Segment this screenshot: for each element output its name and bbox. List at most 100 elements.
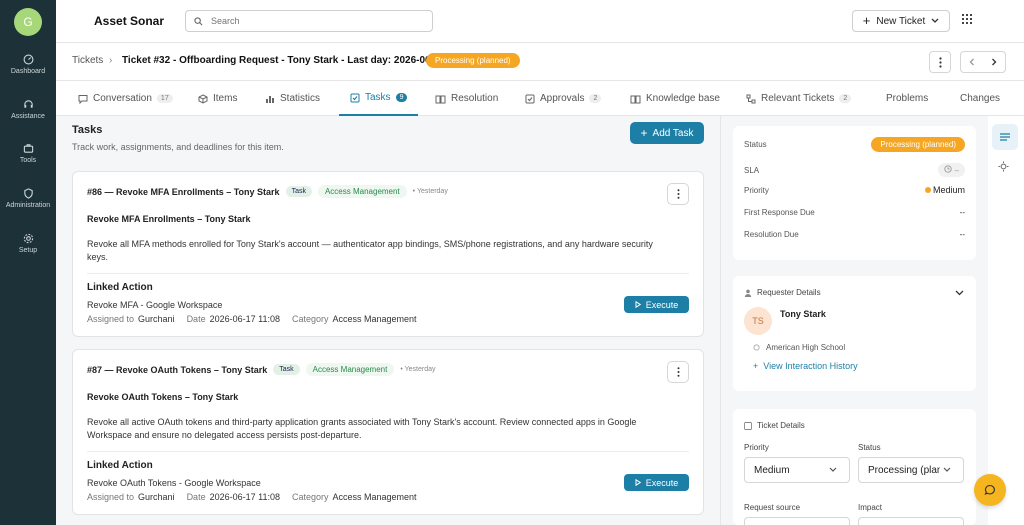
chat-button[interactable]: [974, 474, 1006, 506]
tab-bar: Conversation 17 Items Statistics Tasks 9…: [56, 81, 1024, 116]
task-more-button[interactable]: [667, 361, 689, 383]
task-card: #86 — Revoke MFA Enrollments – Tony Star…: [72, 171, 704, 337]
priority-label: Priority: [744, 185, 769, 195]
task-timestamp-text: Yesterday: [404, 366, 436, 373]
priority-dot: [924, 187, 931, 193]
sidebar-item-label: Setup: [18, 247, 38, 254]
sidebar-item-dashboard[interactable]: Dashboard: [0, 54, 56, 75]
requester-title: Requester Details: [757, 288, 821, 297]
page-title: Ticket #32 - Offboarding Request - Tony …: [122, 55, 446, 66]
sidebar-item-label: Dashboard: [10, 68, 46, 75]
requester-name[interactable]: Tony Stark: [780, 309, 826, 319]
search-input[interactable]: [211, 16, 411, 26]
task-description: Revoke all active OAuth tokens and third…: [87, 417, 637, 440]
status-select[interactable]: Processing (planned): [858, 457, 964, 483]
status-badge: Processing (planned): [871, 137, 965, 152]
next-ticket-button[interactable]: [983, 58, 1005, 66]
date-label: Date: [186, 492, 206, 502]
chevron-down-icon: [943, 467, 951, 472]
breadcrumb: Tickets › Ticket #32 - Offboarding Reque…: [56, 43, 1024, 81]
plus-icon: +: [862, 13, 871, 28]
priority-select[interactable]: Medium: [744, 457, 850, 483]
task-description: Revoke all MFA methods enrolled for Tony…: [87, 239, 653, 262]
insights-button[interactable]: [998, 161, 1009, 175]
first-response-row: First Response Due --: [744, 208, 965, 217]
view-interaction-history-text: View Interaction History: [763, 361, 858, 371]
hierarchy-icon: [746, 94, 756, 103]
view-interaction-history-link[interactable]: + View Interaction History: [753, 361, 858, 371]
sidebar-item-tools[interactable]: Tools: [0, 143, 56, 164]
apps-grid-button[interactable]: [962, 14, 972, 27]
ticket-more-button[interactable]: [929, 51, 951, 73]
impact-label: Impact: [858, 503, 883, 512]
status-label: Status: [744, 140, 767, 149]
resolution-row: Resolution Due --: [744, 230, 965, 239]
tab-approvals[interactable]: Approvals 2: [525, 81, 602, 116]
task-timestamp-text: Yesterday: [416, 188, 448, 195]
add-task-button[interactable]: + Add Task: [630, 122, 704, 144]
tab-count: 9: [395, 93, 408, 102]
tab-items[interactable]: Items: [198, 81, 237, 116]
tab-statistics[interactable]: Statistics: [265, 81, 320, 116]
request-source-select[interactable]: [744, 517, 850, 525]
sidebar-item-setup[interactable]: Setup: [0, 233, 56, 254]
task-card-title[interactable]: #87 — Revoke OAuth Tokens – Tony Stark: [87, 365, 267, 375]
sidebar-item-label: Tools: [19, 157, 37, 164]
tab-conversation[interactable]: Conversation 17: [78, 81, 173, 116]
tab-label: Statistics: [280, 93, 321, 104]
execute-button[interactable]: Execute: [624, 296, 689, 313]
task-type-badge: Task: [285, 186, 312, 197]
tab-label: Tasks: [365, 92, 391, 103]
ticket-details-title: Ticket Details: [757, 421, 805, 430]
search-box[interactable]: [185, 10, 433, 32]
priority-value: Medium: [924, 185, 965, 195]
task-more-button[interactable]: [667, 183, 689, 205]
list-icon: [1000, 133, 1010, 141]
search-icon: [194, 16, 203, 25]
sidebar-item-label: Assistance: [11, 113, 45, 120]
impact-select[interactable]: [858, 517, 964, 525]
tab-problems[interactable]: Problems: [886, 81, 928, 116]
resolution-label: Resolution Due: [744, 230, 799, 239]
new-ticket-button[interactable]: + New Ticket: [852, 10, 950, 32]
sidebar-item-assistance[interactable]: Assistance: [0, 99, 56, 120]
shield-icon: [23, 188, 33, 199]
assigned-value: Gurchani: [138, 492, 175, 502]
requester-school-text: American High School: [766, 343, 846, 352]
tab-changes[interactable]: Changes: [960, 81, 1000, 116]
ticket-side-panel: Status Processing (planned) SLA – Priori…: [720, 116, 988, 525]
tab-count: 17: [156, 94, 173, 103]
status-field-label: Status: [858, 443, 881, 452]
user-avatar[interactable]: G: [14, 8, 42, 36]
ticket-details-header: Ticket Details: [744, 421, 805, 430]
section-title: Tasks: [72, 124, 103, 136]
tab-count: 2: [839, 94, 852, 103]
task-card-title[interactable]: #86 — Revoke MFA Enrollments – Tony Star…: [87, 187, 280, 197]
tab-tasks[interactable]: Tasks 9: [339, 81, 419, 116]
breadcrumb-tickets-link[interactable]: Tickets: [72, 55, 103, 66]
assigned-label: Assigned to: [87, 492, 135, 502]
task-subtitle: Revoke MFA Enrollments – Tony Stark: [87, 214, 251, 224]
tab-resolution[interactable]: Resolution: [435, 81, 498, 116]
task-meta: Assigned to Gurchani Date 2026-06-17 11:…: [87, 492, 425, 502]
assigned-label: Assigned to: [87, 314, 135, 324]
previous-ticket-button[interactable]: [961, 58, 983, 66]
sidebar-item-administration[interactable]: Administration: [0, 188, 56, 209]
details-toggle-button[interactable]: [992, 124, 1018, 150]
chevron-down-icon[interactable]: [955, 290, 964, 296]
task-subtitle: Revoke OAuth Tokens – Tony Stark: [87, 392, 239, 402]
utility-strip: [988, 116, 1024, 525]
grid-icon: [962, 14, 972, 24]
status-card: Status Processing (planned) SLA – Priori…: [733, 126, 976, 260]
task-card: #87 — Revoke OAuth Tokens – Tony Stark T…: [72, 349, 704, 515]
chat-bubble-icon: [78, 94, 88, 104]
date-value: 2026-06-17 11:08: [209, 492, 280, 502]
priority-text: Medium: [932, 185, 965, 195]
tab-label: Items: [213, 93, 238, 104]
tab-relevant-tickets[interactable]: Relevant Tickets 2: [746, 81, 852, 116]
divider: [87, 451, 689, 452]
tab-label: Conversation: [93, 93, 152, 104]
tab-knowledge-base[interactable]: Knowledge base: [630, 81, 720, 116]
execute-button[interactable]: Execute: [624, 474, 689, 491]
sidebar-item-label: Administration: [5, 202, 51, 209]
